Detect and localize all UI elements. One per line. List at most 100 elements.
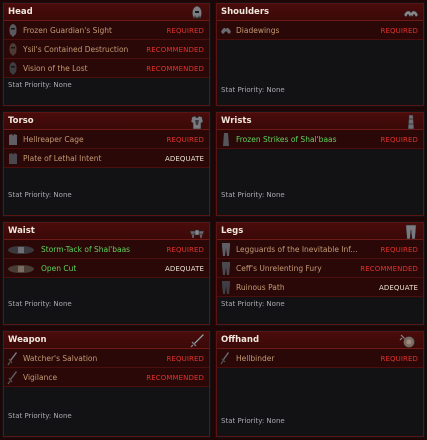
panel-title: Weapon	[8, 335, 47, 345]
priority-tag: REQUIRED	[380, 135, 418, 144]
item-name[interactable]: Legguards of the Inevitable Inf...	[236, 245, 358, 254]
pants-item-icon	[222, 242, 230, 256]
item-name[interactable]: Watcher's Salvation	[23, 354, 97, 363]
gear-grid: Head Frozen Guardian's Sight REQUIRED Ys…	[0, 0, 427, 440]
panel-legs: Legs Legguards of the Inevitable Inf... …	[213, 219, 427, 328]
panel-title: Waist	[8, 226, 35, 236]
armor-item-icon	[9, 152, 17, 164]
priority-tag: REQUIRED	[166, 26, 204, 35]
item-name[interactable]: Vision of the Lost	[23, 64, 88, 73]
list-item[interactable]: Diadewings REQUIRED	[217, 21, 423, 40]
stat-priority: Stat Priority: None	[8, 300, 72, 308]
helm-item-icon	[9, 61, 17, 75]
stat-priority: Stat Priority: None	[221, 191, 285, 199]
priority-tag: REQUIRED	[166, 245, 204, 254]
panel-header: Head	[4, 4, 209, 21]
bracer-icon	[407, 114, 415, 130]
bracer-item-icon	[223, 132, 229, 146]
panel-title: Torso	[8, 116, 34, 126]
panel-header: Weapon	[4, 332, 209, 349]
panel-torso: Torso Hellreaper Cage REQUIRED Plate of …	[0, 109, 213, 219]
stat-priority: Stat Priority: None	[8, 191, 72, 199]
stat-priority: Stat Priority: None	[221, 417, 285, 425]
panel-header: Torso	[4, 113, 209, 130]
stat-priority: Stat Priority: None	[8, 81, 72, 89]
item-name[interactable]: Plate of Lethal Intent	[23, 154, 101, 163]
item-name[interactable]: Frozen Guardian's Sight	[23, 26, 112, 35]
panel-title: Wrists	[221, 116, 252, 126]
armor-item-icon	[9, 133, 17, 145]
shoulders-icon	[403, 10, 419, 18]
panel-wrists: Wrists Frozen Strikes of Shal'baas REQUI…	[213, 109, 427, 219]
priority-tag: ADEQUATE	[165, 154, 204, 163]
panel-header: Offhand	[217, 332, 423, 349]
list-item[interactable]: Ceff's Unrelenting Fury RECOMMENDED	[217, 259, 423, 278]
list-item[interactable]: Hellbinder REQUIRED	[217, 349, 423, 368]
weapon-item-icon	[7, 351, 17, 365]
item-name[interactable]: Ysil's Contained Destruction	[23, 45, 128, 54]
list-item[interactable]: Frozen Strikes of Shal'baas REQUIRED	[217, 130, 423, 149]
shoulder-item-icon	[221, 27, 231, 34]
panel-head: Head Frozen Guardian's Sight REQUIRED Ys…	[0, 0, 213, 109]
item-name[interactable]: Hellbinder	[236, 354, 274, 363]
list-item[interactable]: Hellreaper Cage REQUIRED	[4, 130, 209, 149]
weapon-item-icon	[7, 370, 17, 384]
chest-armor-icon	[190, 115, 204, 130]
list-item[interactable]: Plate of Lethal Intent ADEQUATE	[4, 149, 209, 168]
priority-tag: RECOMMENDED	[360, 264, 418, 273]
item-name[interactable]: Ruinous Path	[236, 283, 285, 292]
pants-icon	[405, 224, 417, 240]
list-item[interactable]: Ruinous Path ADEQUATE	[217, 278, 423, 297]
belt-icon	[189, 229, 205, 239]
helm-item-icon	[9, 42, 17, 56]
priority-tag: RECOMMENDED	[146, 64, 204, 73]
belt-item-icon	[8, 264, 34, 273]
priority-tag: REQUIRED	[380, 354, 418, 363]
list-item[interactable]: Legguards of the Inevitable Inf... REQUI…	[217, 240, 423, 259]
panel-offhand: Offhand Hellbinder REQUIRED Stat Priorit…	[213, 328, 427, 440]
priority-tag: REQUIRED	[166, 354, 204, 363]
list-item[interactable]: Vision of the Lost RECOMMENDED	[4, 59, 209, 78]
item-name[interactable]: Open Cut	[41, 264, 76, 273]
panel-header: Legs	[217, 223, 423, 240]
panel-weapon: Weapon Watcher's Salvation REQUIRED Vigi…	[0, 328, 213, 440]
stat-priority: Stat Priority: None	[221, 300, 285, 308]
sword-icon	[190, 333, 205, 348]
list-item[interactable]: Storm-Tack of Shal'baas REQUIRED	[4, 240, 209, 259]
item-name[interactable]: Storm-Tack of Shal'baas	[41, 245, 130, 254]
priority-tag: REQUIRED	[380, 26, 418, 35]
stat-priority: Stat Priority: None	[8, 412, 72, 420]
helm-item-icon	[9, 23, 17, 37]
offhand-item-icon	[220, 351, 229, 364]
panel-shoulders: Shoulders Diadewings REQUIRED Stat Prior…	[213, 0, 427, 109]
panel-header: Wrists	[217, 113, 423, 130]
panel-header: Shoulders	[217, 4, 423, 21]
priority-tag: REQUIRED	[166, 135, 204, 144]
pants-item-icon	[222, 261, 230, 275]
panel-title: Legs	[221, 226, 244, 236]
panel-header: Waist	[4, 223, 209, 240]
panel-waist: Waist Storm-Tack of Shal'baas REQUIRED O…	[0, 219, 213, 328]
list-item[interactable]: Frozen Guardian's Sight REQUIRED	[4, 21, 209, 40]
panel-title: Offhand	[221, 335, 260, 345]
priority-tag: RECOMMENDED	[146, 373, 204, 382]
shield-icon	[399, 334, 415, 348]
priority-tag: ADEQUATE	[165, 264, 204, 273]
belt-item-icon	[8, 245, 34, 254]
list-item[interactable]: Vigilance RECOMMENDED	[4, 368, 209, 387]
item-name[interactable]: Ceff's Unrelenting Fury	[236, 264, 322, 273]
pants-item-icon	[222, 280, 230, 294]
priority-tag: ADEQUATE	[379, 283, 418, 292]
priority-tag: RECOMMENDED	[146, 45, 204, 54]
stat-priority: Stat Priority: None	[221, 86, 285, 94]
item-name[interactable]: Diadewings	[236, 26, 279, 35]
list-item[interactable]: Ysil's Contained Destruction RECOMMENDED	[4, 40, 209, 59]
item-name[interactable]: Hellreaper Cage	[23, 135, 84, 144]
list-item[interactable]: Open Cut ADEQUATE	[4, 259, 209, 278]
item-name[interactable]: Vigilance	[23, 373, 57, 382]
list-item[interactable]: Watcher's Salvation REQUIRED	[4, 349, 209, 368]
item-name[interactable]: Frozen Strikes of Shal'baas	[236, 135, 337, 144]
priority-tag: REQUIRED	[380, 245, 418, 254]
panel-title: Head	[8, 7, 33, 17]
helm-icon	[192, 5, 202, 20]
